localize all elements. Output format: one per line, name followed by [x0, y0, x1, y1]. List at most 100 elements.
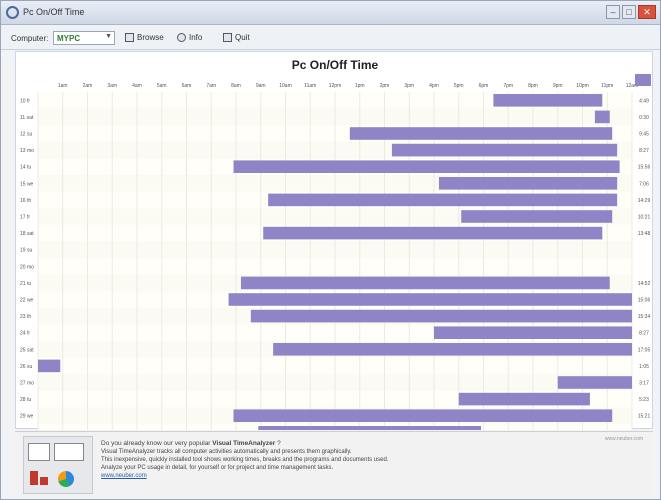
day-label: 13 mo [20, 148, 34, 154]
window-icon [28, 443, 50, 461]
hour-tick-label: 3am [107, 83, 117, 89]
session-bar [233, 160, 620, 173]
day-label: 20 mo [20, 264, 34, 270]
bar-chart-icon [30, 471, 38, 485]
hour-tick-label: 10pm [576, 83, 589, 89]
promo-panel: Do you already know our very popular Vis… [15, 431, 653, 497]
day-label: 26 su [20, 364, 32, 370]
hour-tick-label: 7pm [503, 83, 513, 89]
day-label: 12 su [20, 132, 32, 138]
total-label: 15:06 [638, 298, 651, 304]
quit-label: Quit [235, 33, 250, 42]
promo-line-3: Analyze your PC usage in detail, for you… [101, 465, 334, 471]
promo-headline: Do you already know our very popular [101, 440, 211, 447]
hour-tick-label: 8am [231, 83, 241, 89]
total-label: 5:23 [639, 397, 649, 403]
maximize-button[interactable]: □ [622, 5, 636, 19]
total-label: 14:29 [638, 198, 651, 204]
computer-select[interactable]: MYPC ▼ [53, 31, 115, 45]
session-bar [268, 193, 618, 207]
hour-tick-label: 9am [256, 83, 266, 89]
total-label: 13:48 [638, 231, 651, 237]
hour-tick-label: 4pm [429, 83, 439, 89]
total-header-box [635, 74, 651, 86]
computer-select-value: MYPC [57, 34, 81, 43]
session-bar [557, 376, 632, 389]
promo-text: Do you already know our very popular Vis… [101, 440, 521, 480]
promo-line-2: This inexpensive, quickly installed tool… [101, 457, 389, 463]
day-label: 15 we [20, 181, 34, 187]
total-label: 9:45 [639, 132, 649, 138]
timeline-chart: 1am 2am 3am 4am 5am 6am 7am 8am 9am 10am 11am 12pm 1… [15, 51, 653, 430]
pie-chart-icon [58, 471, 74, 487]
hour-tick-label: 11am [304, 83, 316, 89]
session-bar [458, 392, 590, 406]
session-bar [438, 177, 618, 190]
total-label: 8:27 [639, 148, 649, 154]
app-window: Pc On/Off Time – □ ✕ Computer: MYPC ▼ Br… [0, 0, 661, 500]
hour-tick-label: 6pm [479, 83, 489, 89]
total-label: 10:21 [638, 215, 651, 221]
session-bar [594, 110, 610, 124]
hour-tick-label: 9pm [553, 83, 563, 89]
window-controls: – □ ✕ [606, 5, 656, 19]
session-bar [434, 326, 632, 339]
session-bar [233, 409, 613, 422]
session-bar [38, 359, 61, 373]
bar-chart-icon [40, 477, 48, 485]
hour-tick-label: 8pm [528, 83, 538, 89]
total-label: 15:21 [638, 414, 651, 420]
hour-tick-label: 1am [58, 83, 68, 89]
total-label: 8:27 [639, 331, 649, 337]
hour-tick-label: 1pm [355, 83, 365, 89]
day-label: 19 su [20, 248, 32, 254]
hour-tick-label: 4am [132, 83, 142, 89]
quit-button[interactable]: Quit [223, 33, 250, 42]
hour-tick-label: 2pm [380, 83, 390, 89]
folder-icon [125, 33, 134, 42]
minimize-button[interactable]: – [606, 5, 620, 19]
session-bar [250, 309, 632, 323]
promo-link[interactable]: www.neuber.com [101, 472, 521, 480]
day-label: 28 tu [20, 397, 31, 403]
exit-icon [223, 33, 232, 42]
title-bar: Pc On/Off Time – □ ✕ [1, 1, 660, 25]
hour-tick-label: 3pm [404, 83, 414, 89]
hour-tick-label: 10am [279, 83, 292, 89]
day-label: 10 fr [20, 98, 30, 104]
close-button[interactable]: ✕ [638, 5, 656, 19]
browse-button[interactable]: Browse [125, 33, 164, 42]
promo-line-1: Visual TimeAnalyzer tracks all computer … [101, 449, 352, 455]
day-label: 27 mo [20, 381, 34, 387]
day-label: 17 fr [20, 215, 30, 221]
info-button[interactable]: Info [177, 33, 202, 42]
total-label: 17:05 [638, 347, 651, 353]
hour-tick-label: 2am [83, 83, 93, 89]
hour-tick-label: 5am [157, 83, 167, 89]
total-label: 1:05 [639, 364, 649, 370]
toolbar: Computer: MYPC ▼ Browse Info Quit [1, 26, 660, 50]
clock-icon [6, 6, 19, 19]
session-bar [391, 143, 618, 157]
session-bar [258, 426, 482, 430]
chart-title: Pc On/Off Time [291, 58, 379, 72]
timeline-svg: 1am 2am 3am 4am 5am 6am 7am 8am 9am 10am 11am 12pm 1… [20, 74, 651, 430]
window-icon [54, 443, 84, 461]
window-title: Pc On/Off Time [23, 7, 85, 17]
total-label: 7:06 [639, 181, 649, 187]
hour-tick-label: 5pm [454, 83, 464, 89]
computer-label: Computer: [11, 34, 49, 43]
chevron-down-icon: ▼ [105, 33, 112, 40]
total-label: 14:52 [638, 281, 651, 287]
day-label: 24 fr [20, 331, 30, 337]
day-label: 23 th [20, 314, 31, 320]
hour-tick-label: 7am [206, 83, 216, 89]
promo-side-note: www.neuber.com [604, 436, 643, 442]
total-label: 4:49 [639, 98, 649, 104]
session-bar [228, 293, 632, 306]
hour-tick-label: 6am [182, 83, 192, 89]
info-icon [177, 33, 186, 42]
total-label: 0:30 [639, 115, 649, 121]
hour-tick-label: 11pm [601, 83, 613, 89]
promo-screenshot [23, 436, 93, 494]
